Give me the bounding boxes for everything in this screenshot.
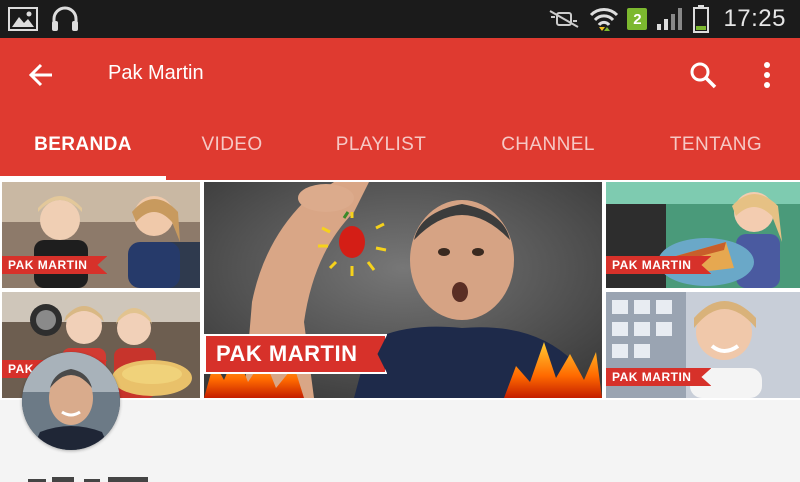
page-title: Pak Martin [108, 62, 204, 84]
headphones-icon [50, 6, 80, 32]
clock: 17:25 [723, 5, 786, 32]
more-vert-icon [764, 62, 770, 88]
mute-icon [547, 7, 581, 31]
sim-slot-badge: 2 [627, 8, 648, 30]
arrow-left-icon [28, 63, 52, 87]
pak-martin-label: PAK MARTIN [606, 368, 711, 386]
banner-photo-chili: PAK MARTIN [204, 182, 602, 398]
channel-content-area [0, 400, 800, 480]
app-bar: Pak Martin BERANDA VIDEO PLAYLIST CHANNE… [0, 38, 800, 180]
pak-martin-label: PAK MARTIN [606, 256, 711, 274]
status-bar: 2 17:25 [0, 0, 800, 38]
tab-tentang[interactable]: TENTANG [632, 110, 800, 180]
channel-avatar[interactable] [22, 352, 120, 450]
tab-video[interactable]: VIDEO [166, 110, 298, 180]
battery-icon [693, 5, 710, 33]
tab-channel[interactable]: CHANNEL [464, 110, 632, 180]
search-icon [690, 62, 717, 89]
signal-icon [655, 6, 685, 32]
channel-banner[interactable]: PAK MARTIN PAK MARTIN [0, 180, 800, 400]
wifi-icon [589, 5, 619, 33]
back-button[interactable] [26, 60, 56, 90]
search-button[interactable] [688, 60, 718, 90]
gallery-icon [8, 7, 38, 31]
pak-martin-main-label: PAK MARTIN [204, 334, 387, 374]
tab-bar: BERANDA VIDEO PLAYLIST CHANNEL TENTANG [0, 110, 800, 180]
pak-martin-label: PAK MARTIN [2, 256, 107, 274]
banner-photo-pizza: PAK MARTIN [606, 182, 800, 288]
toolbar: Pak Martin [0, 38, 800, 110]
tab-playlist[interactable]: PLAYLIST [298, 110, 464, 180]
banner-photo-woman: PAK MARTIN [606, 292, 800, 398]
tab-beranda[interactable]: BERANDA [0, 110, 166, 180]
channel-name-partial [28, 470, 178, 482]
banner-photo-family: PAK MARTIN [2, 182, 200, 288]
more-options-button[interactable] [752, 60, 782, 90]
